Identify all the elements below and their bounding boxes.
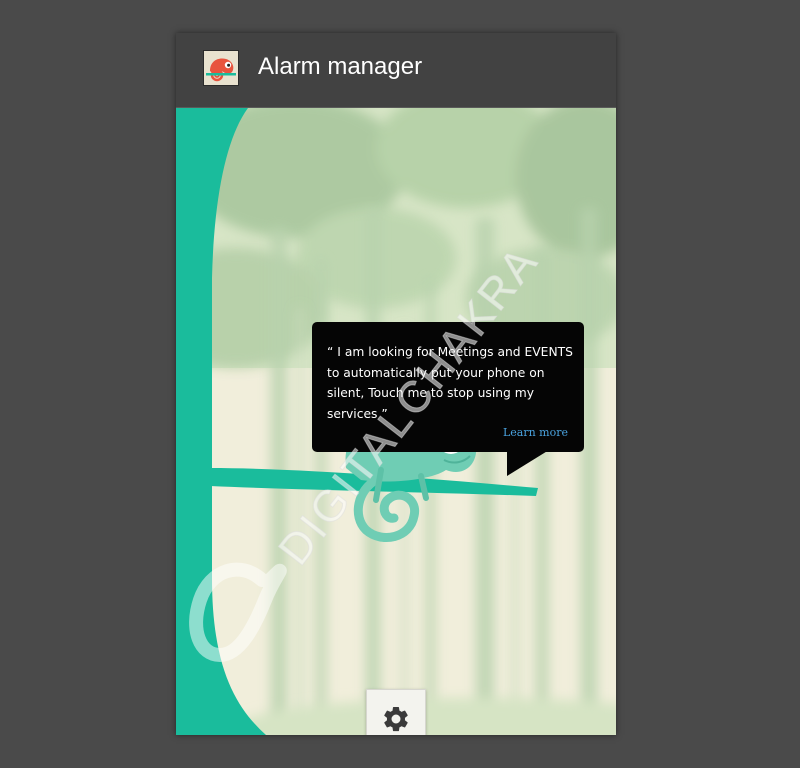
phone-screen: Alarm manager “ I am looking for Meeting…: [176, 33, 616, 735]
app-title: Alarm manager: [258, 53, 423, 80]
forest-scene: “ I am looking for Meetings and EVENTS t…: [176, 88, 616, 735]
speech-bubble-tail: [507, 450, 549, 476]
chameleon-logo-icon: [203, 50, 239, 86]
settings-button[interactable]: [366, 689, 426, 735]
app-bar: Alarm manager: [176, 33, 616, 108]
gear-icon: [384, 707, 408, 732]
speech-bubble[interactable]: “ I am looking for Meetings and EVENTS t…: [312, 322, 584, 452]
learn-more-link[interactable]: Learn more: [503, 426, 568, 439]
speech-bubble-text: “ I am looking for Meetings and EVENTS t…: [327, 345, 573, 421]
